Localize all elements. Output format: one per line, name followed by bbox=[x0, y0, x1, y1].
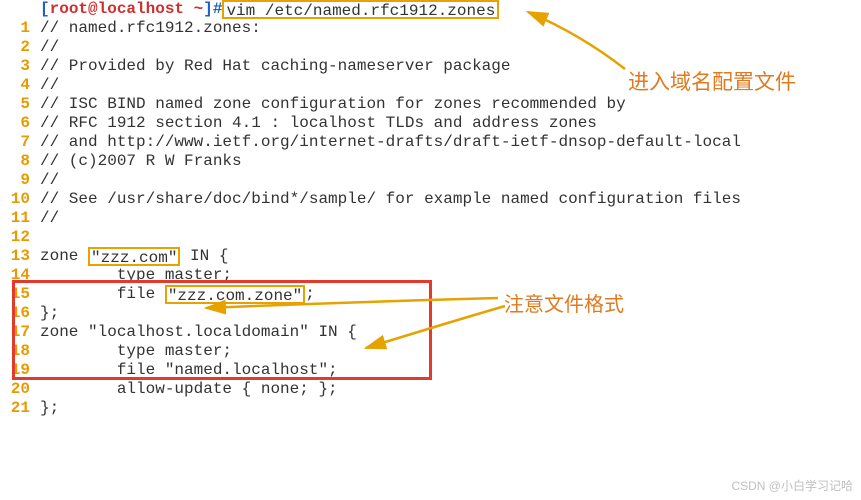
line-number: 12 bbox=[0, 228, 40, 247]
line-number: 9 bbox=[0, 171, 40, 190]
watermark: CSDN @小白学习记哈 bbox=[731, 477, 853, 494]
code-line-18: 18 type master; bbox=[0, 342, 861, 361]
code-line-7: 7// and http://www.ietf.org/internet-dra… bbox=[0, 133, 861, 152]
line-number: 3 bbox=[0, 57, 40, 76]
blank-gutter bbox=[0, 0, 40, 19]
code-line-13: 13zone "zzz.com" IN { bbox=[0, 247, 861, 266]
code-line-6: 6// RFC 1912 section 4.1 : localhost TLD… bbox=[0, 114, 861, 133]
code-text: file "named.localhost"; bbox=[40, 361, 338, 380]
line-number: 4 bbox=[0, 76, 40, 95]
code-text: type master; bbox=[40, 266, 232, 285]
code-line-16: 16}; bbox=[0, 304, 861, 323]
zone-name-box: "zzz.com" bbox=[88, 247, 180, 266]
code-text: zone "localhost.localdomain" IN { bbox=[40, 323, 357, 342]
line-number: 15 bbox=[0, 285, 40, 304]
code-line-21: 21}; bbox=[0, 399, 861, 418]
code-line-11: 11// bbox=[0, 209, 861, 228]
code-text: // RFC 1912 section 4.1 : localhost TLDs… bbox=[40, 114, 597, 133]
prompt-user-host: root@localhost bbox=[50, 0, 184, 19]
line-number: 1 bbox=[0, 19, 40, 38]
code-text: // ISC BIND named zone configuration for… bbox=[40, 95, 626, 114]
line-number: 10 bbox=[0, 190, 40, 209]
line-number: 17 bbox=[0, 323, 40, 342]
shell-prompt-line: [root@localhost ~]#vim /etc/named.rfc191… bbox=[0, 0, 861, 19]
code-line-5: 5// ISC BIND named zone configuration fo… bbox=[0, 95, 861, 114]
line-number: 13 bbox=[0, 247, 40, 266]
command-box: vim /etc/named.rfc1912.zones bbox=[222, 0, 499, 19]
line-number: 7 bbox=[0, 133, 40, 152]
zone-file: "zzz.com.zone" bbox=[168, 287, 302, 305]
prompt-open-bracket: [ bbox=[40, 0, 50, 19]
annotation-file-format: 注意文件格式 bbox=[504, 288, 624, 317]
code-text: // and http://www.ietf.org/internet-draf… bbox=[40, 133, 741, 152]
prompt-tilde: ~ bbox=[184, 0, 203, 19]
code-line-2: 2// bbox=[0, 38, 861, 57]
code-line-9: 9// bbox=[0, 171, 861, 190]
code-text: // named.rfc1912.zones: bbox=[40, 19, 261, 38]
code-line-14: 14 type master; bbox=[0, 266, 861, 285]
code-line-10: 10// See /usr/share/doc/bind*/sample/ fo… bbox=[0, 190, 861, 209]
line-number: 6 bbox=[0, 114, 40, 133]
code-text: IN { bbox=[180, 247, 228, 266]
code-line-15: 15 file "zzz.com.zone"; bbox=[0, 285, 861, 304]
code-text: type master; bbox=[40, 342, 232, 361]
code-line-20: 20 allow-update { none; }; bbox=[0, 380, 861, 399]
code-text: ; bbox=[305, 285, 315, 304]
line-number: 14 bbox=[0, 266, 40, 285]
code-line-1: 1// named.rfc1912.zones: bbox=[0, 19, 861, 38]
command-text: vim /etc/named.rfc1912.zones bbox=[226, 2, 495, 20]
line-number: 5 bbox=[0, 95, 40, 114]
code-text: // See /usr/share/doc/bind*/sample/ for … bbox=[40, 190, 741, 209]
code-text: }; bbox=[40, 304, 59, 323]
line-number: 18 bbox=[0, 342, 40, 361]
zone-file-box: "zzz.com.zone" bbox=[165, 285, 305, 304]
line-number: 21 bbox=[0, 399, 40, 418]
code-text: // bbox=[40, 38, 59, 57]
code-line-12: 12 bbox=[0, 228, 861, 247]
code-text: }; bbox=[40, 399, 59, 418]
code-text: file bbox=[40, 285, 165, 304]
code-line-17: 17zone "localhost.localdomain" IN { bbox=[0, 323, 861, 342]
annotation-enter-config: 进入域名配置文件 bbox=[628, 66, 796, 96]
code-line-8: 8// (c)2007 R W Franks bbox=[0, 152, 861, 171]
line-number: 19 bbox=[0, 361, 40, 380]
code-text: zone bbox=[40, 247, 88, 266]
code-text: // bbox=[40, 76, 59, 95]
code-line-19: 19 file "named.localhost"; bbox=[0, 361, 861, 380]
prompt-hash: # bbox=[213, 0, 223, 19]
line-number: 16 bbox=[0, 304, 40, 323]
line-number: 11 bbox=[0, 209, 40, 228]
zone-name: "zzz.com" bbox=[91, 249, 177, 267]
line-number: 8 bbox=[0, 152, 40, 171]
code-text: // bbox=[40, 209, 59, 228]
code-text: // (c)2007 R W Franks bbox=[40, 152, 242, 171]
code-text: allow-update { none; }; bbox=[40, 380, 338, 399]
code-text: // bbox=[40, 171, 59, 190]
prompt-close-bracket: ] bbox=[203, 0, 213, 19]
line-number: 2 bbox=[0, 38, 40, 57]
line-number: 20 bbox=[0, 380, 40, 399]
code-text: // Provided by Red Hat caching-nameserve… bbox=[40, 57, 510, 76]
